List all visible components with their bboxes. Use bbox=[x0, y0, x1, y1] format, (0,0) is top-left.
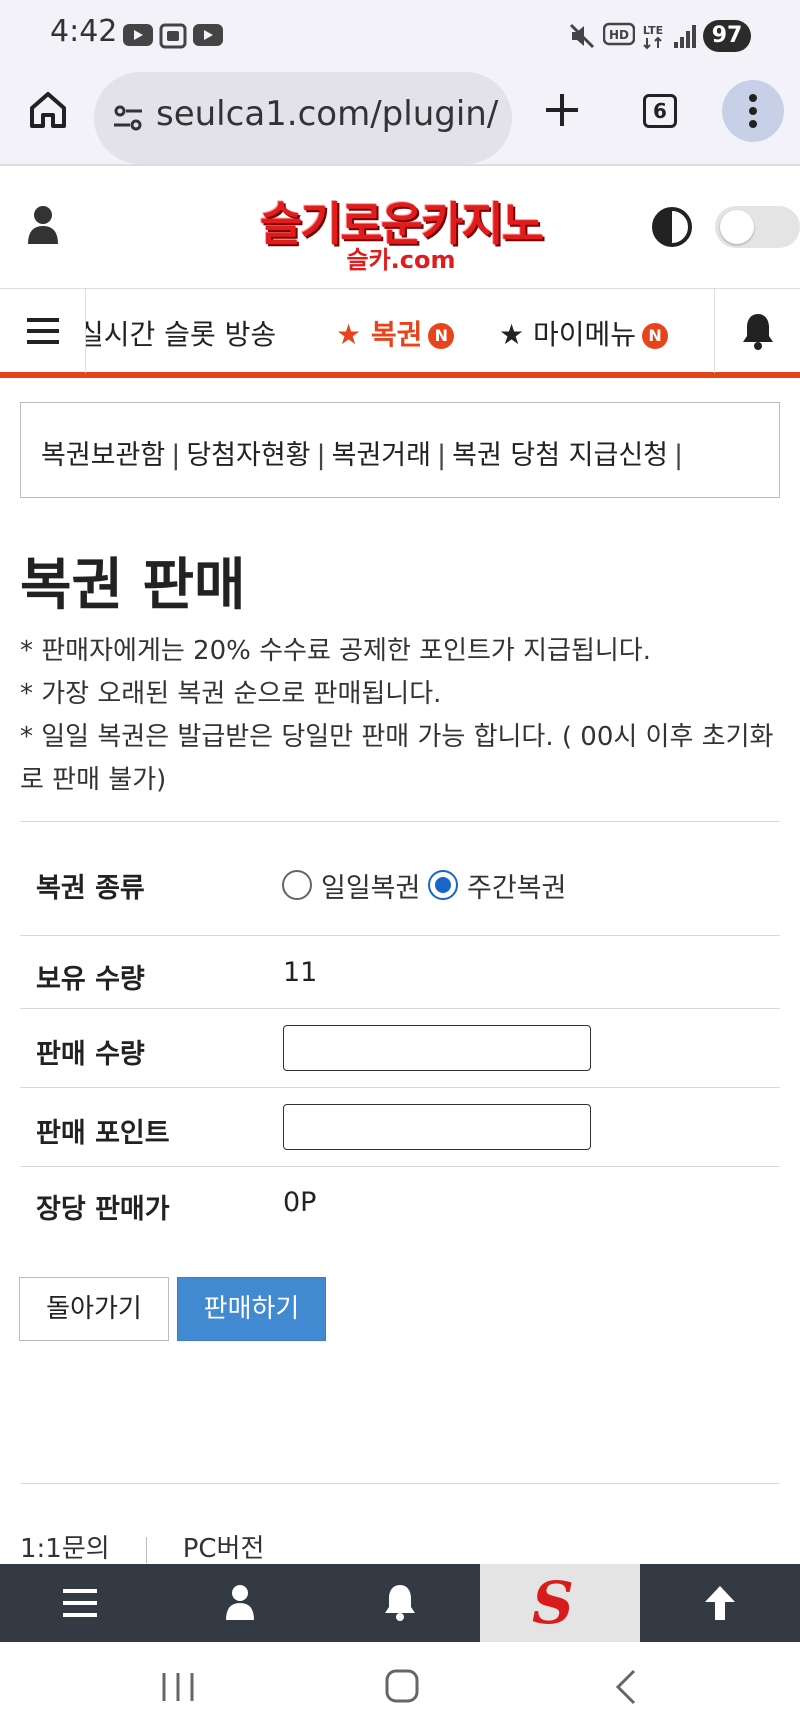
radio-weekly[interactable] bbox=[428, 870, 458, 900]
dark-mode-toggle[interactable] bbox=[715, 206, 800, 248]
unit-price-value: 0P bbox=[283, 1187, 317, 1218]
bottom-app-bar: S bbox=[0, 1564, 800, 1642]
hd-icon: HD bbox=[603, 22, 635, 46]
sell-button[interactable]: 판매하기 bbox=[177, 1277, 326, 1341]
hamburger-icon bbox=[27, 318, 59, 344]
unit-price-label: 장당 판매가 bbox=[36, 1194, 170, 1225]
sell-points-input[interactable] bbox=[283, 1104, 591, 1150]
site-logo: S bbox=[532, 1569, 574, 1637]
submenu-item-winners[interactable]: 당첨자현황 bbox=[186, 440, 310, 471]
nav-item-label: ★ 복권 bbox=[336, 318, 423, 351]
notice-item: * 판매자에게는 20% 수수료 공제한 포인트가 지급됩니다. bbox=[20, 636, 651, 666]
menu-icon bbox=[63, 1589, 97, 1617]
mute-icon bbox=[569, 23, 595, 49]
screenshot-icon bbox=[159, 23, 187, 49]
back-button[interactable]: 돌아가기 bbox=[19, 1277, 169, 1341]
contrast-icon[interactable] bbox=[651, 206, 693, 248]
radio-daily-label[interactable]: 일일복권 bbox=[321, 866, 420, 905]
divider bbox=[20, 1008, 780, 1009]
submenu-item-payout-request[interactable]: 복권 당첨 지급신청 bbox=[452, 440, 668, 471]
sell-points-label: 판매 포인트 bbox=[36, 1118, 170, 1149]
site-header: 슬기로운카지노 슬카.com bbox=[0, 168, 800, 288]
signal-icon bbox=[674, 25, 696, 48]
nav-items: 실시간 슬롯 방송 ★ 복권 N ★ 마이메뉴 N bbox=[86, 289, 714, 373]
notifications-button[interactable] bbox=[714, 289, 800, 373]
bell-icon bbox=[385, 1585, 415, 1621]
footer-links: 1:1문의 PC버전 bbox=[20, 1528, 264, 1565]
separator bbox=[145, 1536, 147, 1563]
nav-item-lottery[interactable]: ★ 복권 N bbox=[336, 313, 455, 353]
footer-link-pc-version[interactable]: PC버전 bbox=[183, 1534, 265, 1564]
notice-item: * 가장 오래된 복권 순으로 판매됩니다. bbox=[20, 679, 442, 709]
new-tab-icon[interactable] bbox=[542, 90, 582, 130]
sell-qty-input[interactable] bbox=[283, 1025, 591, 1071]
divider bbox=[20, 821, 780, 822]
nav-item-live-slot[interactable]: 실시간 슬롯 방송 bbox=[86, 313, 276, 353]
tabs-icon[interactable]: 6 bbox=[643, 94, 677, 128]
bottom-menu-button[interactable] bbox=[0, 1564, 160, 1642]
separator: | bbox=[171, 440, 181, 471]
battery-indicator: 97 bbox=[703, 20, 751, 52]
status-bar: 4:42 HD LTE 97 bbox=[0, 0, 800, 70]
submenu-item-lottery-box[interactable]: 복권보관함 bbox=[41, 440, 165, 471]
main-nav: 실시간 슬롯 방송 ★ 복권 N ★ 마이메뉴 N bbox=[0, 288, 800, 378]
footer-link-inquiry[interactable]: 1:1문의 bbox=[20, 1534, 110, 1564]
submenu-item-trade[interactable]: 복권거래 bbox=[332, 440, 431, 471]
svg-text:LTE: LTE bbox=[643, 24, 663, 37]
system-nav-bar bbox=[0, 1642, 800, 1734]
type-label: 복권 종류 bbox=[36, 873, 145, 904]
svg-text:HD: HD bbox=[609, 28, 629, 42]
new-badge: N bbox=[428, 323, 455, 349]
recent-apps-icon[interactable] bbox=[160, 1670, 196, 1704]
separator: | bbox=[437, 440, 447, 471]
arrow-up-icon bbox=[705, 1586, 735, 1620]
nav-item-label: 실시간 슬롯 방송 bbox=[86, 318, 277, 351]
divider bbox=[20, 1166, 780, 1167]
nav-item-my-menu[interactable]: ★ 마이메뉴 N bbox=[499, 313, 669, 353]
home-icon[interactable] bbox=[26, 88, 70, 132]
bottom-notifications-button[interactable] bbox=[320, 1564, 480, 1642]
owned-qty-label: 보유 수량 bbox=[36, 964, 145, 995]
bottom-user-button[interactable] bbox=[160, 1564, 320, 1642]
more-menu-button[interactable] bbox=[722, 80, 784, 142]
url-text[interactable]: seulca1.com/plugin/lo bbox=[156, 94, 501, 134]
radio-daily[interactable] bbox=[282, 870, 312, 900]
nav-menu-button[interactable] bbox=[0, 289, 86, 373]
browser-toolbar: seulca1.com/plugin/lo 6 bbox=[0, 70, 800, 166]
sell-qty-label: 판매 수량 bbox=[36, 1039, 145, 1070]
notice-item: * 일일 복권은 발급받은 당일만 판매 가능 합니다. ( 00시 이후 초기… bbox=[20, 722, 774, 795]
bottom-home-logo[interactable]: S bbox=[480, 1564, 640, 1642]
back-nav-icon[interactable] bbox=[612, 1668, 640, 1706]
user-icon[interactable] bbox=[26, 204, 60, 244]
status-time: 4:42 bbox=[50, 14, 118, 49]
radio-weekly-label[interactable]: 주간복권 bbox=[467, 866, 566, 905]
toggle-knob bbox=[720, 210, 754, 244]
separator: | bbox=[674, 440, 684, 471]
divider bbox=[20, 1087, 780, 1088]
submenu-links: 복권보관함 | 당첨자현황 | 복권거래 | 복권 당첨 지급신청 | bbox=[41, 433, 689, 472]
scroll-top-button[interactable] bbox=[640, 1564, 800, 1642]
page-title: 복권 판매 bbox=[20, 553, 246, 618]
more-menu-icon bbox=[749, 94, 757, 128]
site-logo-domain[interactable]: 슬카.com bbox=[256, 240, 546, 275]
nav-item-label: ★ 마이메뉴 bbox=[499, 318, 637, 351]
notice-list: * 판매자에게는 20% 수수료 공제한 포인트가 지급됩니다. * 가장 오래… bbox=[20, 630, 780, 802]
lottery-submenu: 복권보관함 | 당첨자현황 | 복권거래 | 복권 당첨 지급신청 | bbox=[20, 402, 780, 498]
address-bar[interactable]: seulca1.com/plugin/lo bbox=[94, 72, 512, 164]
divider bbox=[20, 935, 780, 936]
youtube-icon bbox=[193, 24, 223, 46]
youtube-icon bbox=[123, 24, 153, 46]
lte-icon: LTE bbox=[643, 24, 663, 50]
user-icon bbox=[226, 1585, 254, 1620]
bell-icon bbox=[743, 314, 773, 350]
footer-divider bbox=[20, 1483, 780, 1484]
site-settings-icon[interactable] bbox=[112, 102, 144, 134]
owned-qty-value: 11 bbox=[283, 957, 318, 988]
separator: | bbox=[316, 440, 326, 471]
new-badge: N bbox=[642, 323, 669, 349]
home-nav-icon[interactable] bbox=[384, 1668, 420, 1704]
